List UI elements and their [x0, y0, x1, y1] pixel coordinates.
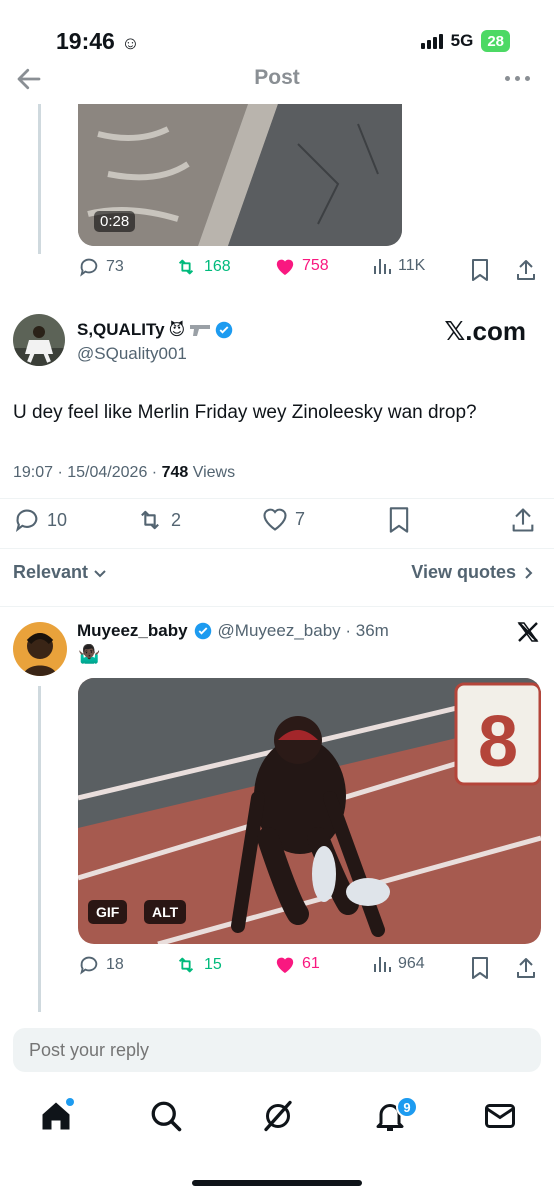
page-title: Post	[254, 66, 300, 89]
status-indicators: 5G 28	[420, 30, 510, 52]
x-logo-icon	[517, 622, 539, 642]
retweet-count: 2	[171, 509, 182, 530]
gif-media[interactable]: 8 GIF ALT	[78, 678, 541, 944]
like-count: 61	[302, 955, 320, 972]
gun-icon	[190, 325, 211, 336]
thread-line	[38, 686, 41, 1012]
reply-icon	[15, 509, 38, 532]
like-count: 758	[302, 257, 329, 274]
home-new-dot	[66, 1098, 74, 1106]
video-duration: 0:28	[94, 211, 136, 232]
gif-badge: GIF	[88, 900, 128, 924]
views-icon	[374, 259, 391, 274]
post-header: Post	[0, 56, 554, 104]
retweet-count: 168	[204, 258, 231, 275]
retweet-icon	[141, 510, 159, 530]
display-name[interactable]: S,QUALITy	[77, 320, 165, 340]
tweet-meta: 19:07 · 15/04/2026 · 748 Views	[13, 464, 235, 482]
share-icon[interactable]	[514, 956, 538, 980]
author-name-row: S,QUALITy 😈	[77, 320, 233, 340]
share-icon[interactable]	[514, 258, 538, 282]
reply-button[interactable]: 10	[13, 506, 67, 534]
x-com-badge: 𝕏.com	[444, 316, 526, 346]
emoji-devil-icon: 😈	[168, 322, 186, 339]
alt-badge[interactable]: ALT	[144, 900, 187, 924]
retweet-count: 15	[204, 956, 222, 973]
like-count: 7	[295, 508, 306, 529]
reply-input[interactable]	[13, 1028, 541, 1072]
replies-sort-row: Relevant View quotes	[0, 560, 554, 590]
main-tweet-actions: 10 2 7	[13, 506, 543, 536]
thread-line	[38, 104, 41, 254]
heart-icon	[263, 508, 287, 531]
reply-count: 10	[47, 509, 68, 530]
divider	[0, 606, 554, 607]
reply-bar	[0, 1012, 554, 1092]
reply-icon	[80, 956, 98, 975]
relevant-dropdown[interactable]: Relevant	[13, 562, 108, 583]
reply-count: 18	[106, 956, 124, 973]
tweet-views-count: 748	[161, 464, 189, 481]
more-options-icon[interactable]	[505, 76, 530, 81]
status-bar: 19:46 ☺ 5G 28	[0, 0, 554, 62]
divider	[0, 548, 554, 549]
heart-filled-icon	[276, 957, 294, 974]
views-icon	[374, 957, 391, 972]
reply-button[interactable]: 73	[78, 256, 124, 278]
divider	[0, 498, 554, 499]
status-time: 19:46 ☺	[56, 28, 140, 54]
view-quotes-link[interactable]: View quotes	[411, 562, 536, 583]
like-button[interactable]: 758	[274, 256, 329, 276]
notifications-badge: 9	[396, 1096, 418, 1118]
verified-badge-icon	[215, 321, 233, 339]
retweet-button[interactable]: 15	[174, 954, 222, 976]
video-thumbnail[interactable]: 0:28	[78, 104, 402, 246]
share-icon[interactable]	[509, 506, 537, 534]
home-indicator	[192, 1180, 362, 1186]
author-handle[interactable]: @SQuality001	[77, 344, 187, 364]
bookmark-icon[interactable]	[470, 956, 490, 980]
grok-icon[interactable]	[260, 1098, 296, 1134]
signal-icon	[420, 33, 443, 49]
retweet-icon	[178, 259, 194, 275]
search-icon[interactable]	[148, 1098, 184, 1134]
heart-filled-icon	[276, 259, 294, 276]
like-button[interactable]: 61	[274, 954, 320, 974]
prev-tweet-actions: 73 168 758 11K	[78, 256, 548, 286]
retweet-icon	[178, 957, 194, 973]
tweet-timestamp: 19:07 · 15/04/2026 ·	[13, 464, 162, 481]
views-count: 964	[398, 955, 425, 972]
author-handle-time[interactable]: @Muyeez_baby · 36m	[218, 621, 389, 641]
like-button[interactable]: 7	[261, 506, 305, 532]
tweet-text: U dey feel like Merlin Friday wey Zinole…	[13, 402, 477, 423]
battery-icon: 28	[481, 30, 510, 52]
chevron-down-icon	[94, 569, 106, 577]
reply-tweet-actions: 18 15 61 964	[78, 954, 548, 984]
view-quotes-label: View quotes	[411, 562, 516, 582]
avatar[interactable]	[13, 314, 65, 366]
relevant-label: Relevant	[13, 562, 89, 582]
display-name[interactable]: Muyeez_baby	[77, 621, 188, 641]
reply-author-row: Muyeez_baby @Muyeez_baby · 36m	[77, 621, 389, 641]
svg-text:8: 8	[478, 702, 518, 782]
reply-count: 73	[106, 258, 124, 275]
reply-icon	[80, 258, 98, 277]
chevron-right-icon	[525, 566, 533, 579]
reply-text: 🤷🏿‍♂️	[78, 644, 101, 664]
avatar[interactable]	[13, 622, 67, 676]
reply-button[interactable]: 18	[78, 954, 124, 976]
retweet-button[interactable]: 168	[174, 256, 231, 278]
messages-icon[interactable]	[482, 1098, 518, 1134]
tweet-views-label: Views	[188, 464, 236, 481]
bookmark-icon[interactable]	[470, 258, 490, 282]
network-label: 5G	[450, 31, 474, 50]
views-button[interactable]: 11K	[372, 256, 425, 276]
bookmark-icon[interactable]	[387, 506, 411, 534]
verified-badge-icon	[194, 622, 211, 640]
views-button[interactable]: 964	[372, 954, 425, 974]
retweet-button[interactable]: 2	[135, 506, 181, 534]
bottom-tab-bar	[0, 1092, 554, 1152]
views-count: 11K	[398, 257, 426, 274]
